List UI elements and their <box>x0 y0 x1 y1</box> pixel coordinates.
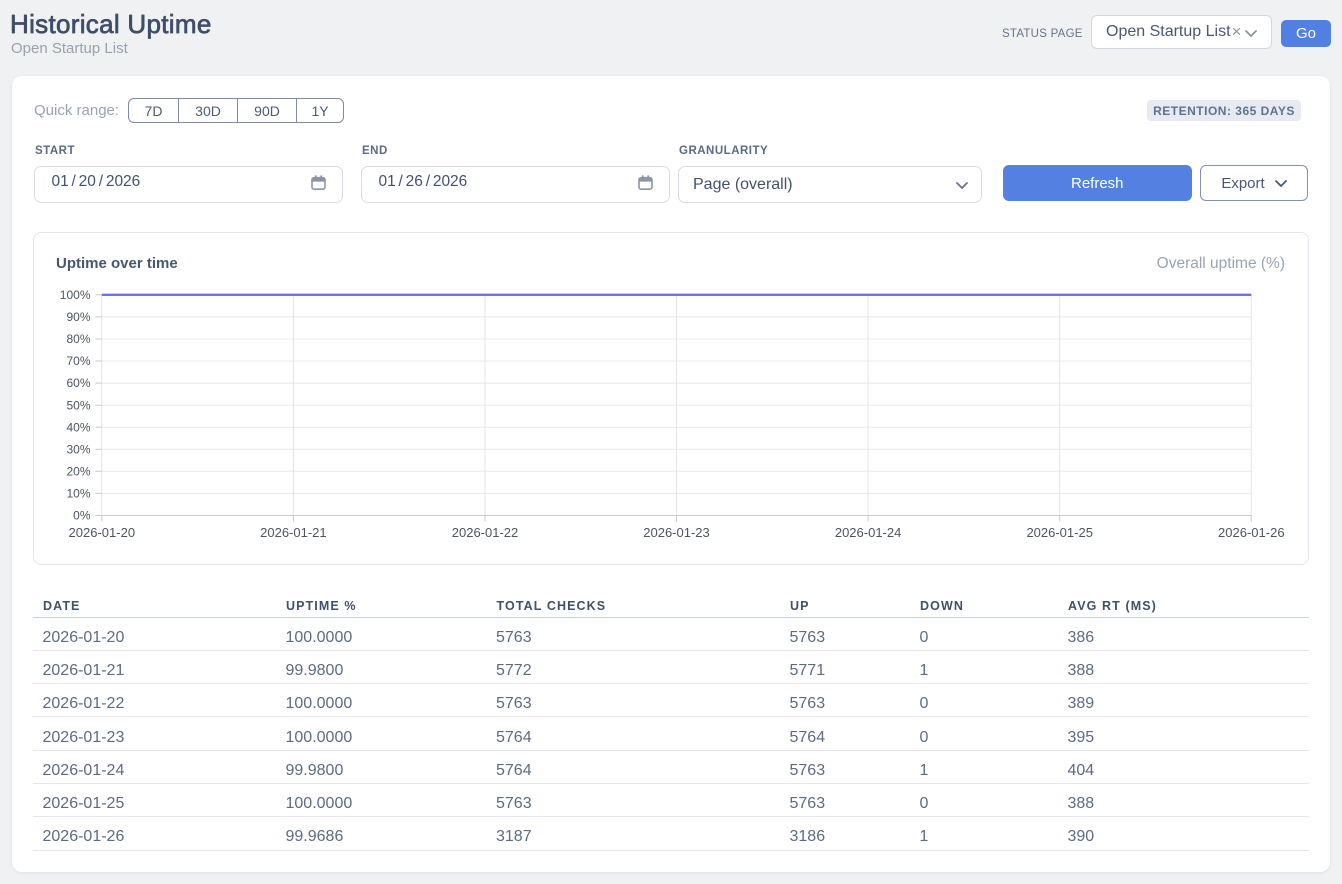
svg-text:2026-01-20: 2026-01-20 <box>69 525 136 540</box>
svg-text:10%: 10% <box>66 487 90 501</box>
svg-text:2026-01-23: 2026-01-23 <box>643 525 710 540</box>
svg-text:2026-01-22: 2026-01-22 <box>452 525 519 540</box>
svg-text:50%: 50% <box>66 398 90 412</box>
svg-text:2026-01-25: 2026-01-25 <box>1026 525 1093 540</box>
svg-text:70%: 70% <box>66 354 90 368</box>
svg-text:100%: 100% <box>60 288 91 302</box>
svg-text:2026-01-26: 2026-01-26 <box>1218 525 1285 540</box>
svg-text:0%: 0% <box>73 509 91 523</box>
svg-text:2026-01-24: 2026-01-24 <box>835 525 902 540</box>
svg-text:90%: 90% <box>66 310 90 324</box>
svg-text:2026-01-21: 2026-01-21 <box>260 525 327 540</box>
svg-text:40%: 40% <box>66 420 90 434</box>
svg-text:80%: 80% <box>66 332 90 346</box>
svg-text:60%: 60% <box>66 376 90 390</box>
svg-text:20%: 20% <box>66 465 90 479</box>
svg-text:30%: 30% <box>66 442 90 456</box>
